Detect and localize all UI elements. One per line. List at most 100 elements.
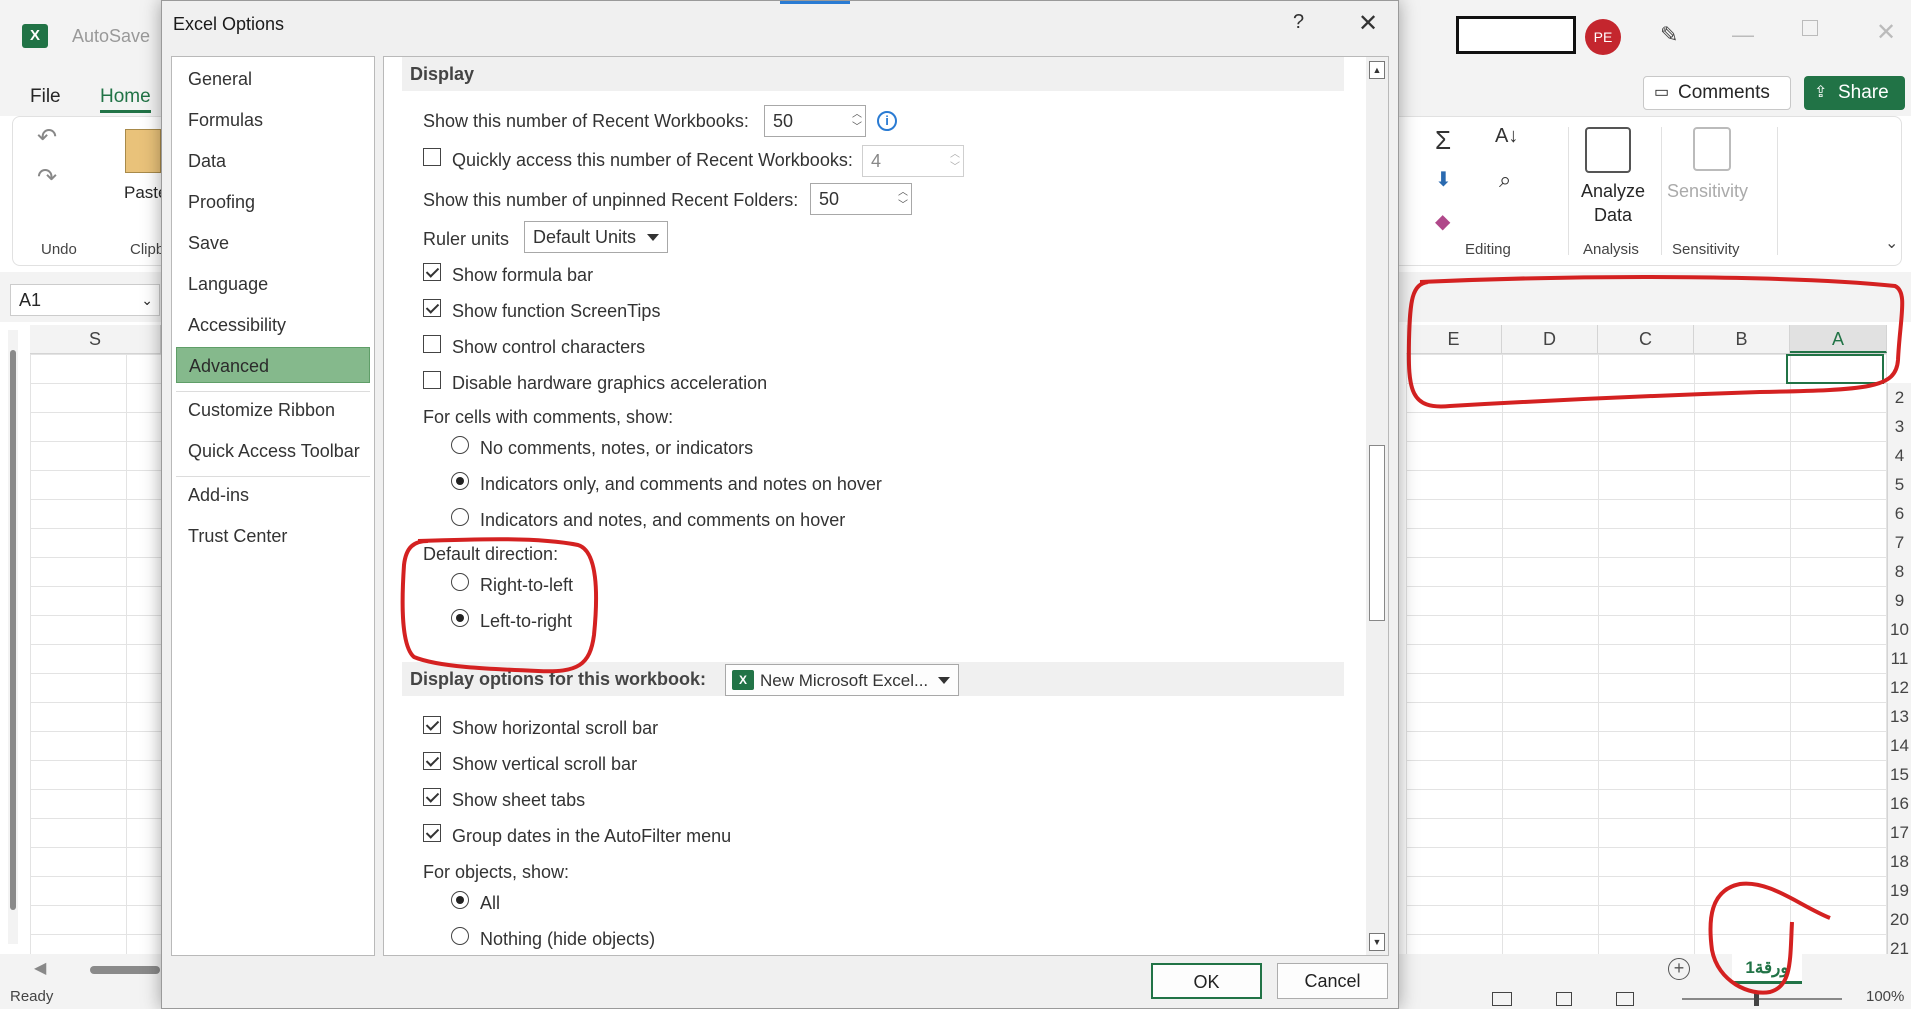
objects-nothing-label[interactable]: Nothing (hide objects) (480, 929, 655, 950)
group-dates-checkbox[interactable] (423, 824, 441, 842)
row-header[interactable]: 3 (1888, 412, 1911, 441)
ok-button[interactable]: OK (1151, 963, 1262, 999)
show-function-screentips-label[interactable]: Show function ScreenTips (452, 301, 660, 322)
nav-quick-access-toolbar[interactable]: Quick Access Toolbar (176, 433, 370, 469)
close-icon[interactable]: ✕ (1358, 9, 1378, 38)
show-vertical-scroll-label[interactable]: Show vertical scroll bar (452, 754, 637, 775)
comments-button[interactable]: ▭ Comments (1643, 76, 1791, 110)
row-header[interactable]: 8 (1888, 557, 1911, 586)
show-formula-bar-checkbox[interactable] (423, 263, 441, 281)
indicators-notes-label[interactable]: Indicators and notes, and comments on ho… (480, 510, 845, 531)
autosave-label[interactable]: AutoSave (72, 26, 150, 47)
left-to-right-radio[interactable] (451, 609, 469, 627)
selected-cell[interactable] (1786, 354, 1884, 384)
quick-access-label[interactable]: Quickly access this number of Recent Wor… (452, 150, 853, 171)
column-header[interactable]: C (1598, 325, 1694, 353)
nav-language[interactable]: Language (176, 266, 370, 302)
indicators-only-radio[interactable] (451, 472, 469, 490)
row-header[interactable]: 7 (1888, 528, 1911, 557)
page-layout-icon[interactable] (1556, 992, 1572, 1006)
row-header[interactable]: 12 (1888, 673, 1911, 702)
chevron-down-icon[interactable]: ⌄ (141, 285, 153, 315)
paste-icon[interactable] (125, 129, 161, 173)
objects-nothing-radio[interactable] (451, 927, 469, 945)
minimize-icon[interactable]: — (1732, 22, 1754, 48)
content-scrollbar[interactable]: ▲ ▼ (1366, 57, 1388, 955)
scroll-up-icon[interactable]: ▲ (1369, 61, 1385, 79)
row-header[interactable]: 2 (1888, 383, 1911, 412)
objects-all-label[interactable]: All (480, 893, 500, 914)
show-sheet-tabs-checkbox[interactable] (423, 788, 441, 806)
nav-proofing[interactable]: Proofing (176, 184, 370, 220)
fill-icon[interactable]: ⬇ (1435, 167, 1452, 192)
redo-icon[interactable]: ↷ (37, 163, 57, 192)
objects-all-radio[interactable] (451, 891, 469, 909)
scroll-thumb[interactable] (1369, 445, 1385, 621)
indicators-only-label[interactable]: Indicators only, and comments and notes … (480, 474, 882, 495)
vertical-scrollbar[interactable] (8, 330, 18, 944)
workbook-dropdown[interactable]: X New Microsoft Excel... (725, 664, 959, 696)
sort-filter-icon[interactable]: A↓ (1495, 125, 1518, 148)
scroll-thumb[interactable] (10, 350, 16, 910)
sensitivity-icon[interactable] (1693, 127, 1731, 171)
avatar[interactable]: PE (1585, 19, 1621, 55)
nav-data[interactable]: Data (176, 143, 370, 179)
show-horizontal-scroll-label[interactable]: Show horizontal scroll bar (452, 718, 658, 739)
column-header[interactable]: B (1694, 325, 1790, 353)
column-header[interactable]: A (1790, 325, 1887, 353)
quick-access-spinner[interactable]: 4 ︿ ﹀ (862, 145, 964, 177)
show-control-characters-label[interactable]: Show control characters (452, 337, 645, 358)
share-button[interactable]: ⇪ Share (1804, 76, 1905, 110)
info-icon[interactable]: i (877, 111, 897, 131)
column-header[interactable]: E (1406, 325, 1502, 353)
disable-hw-accel-label[interactable]: Disable hardware graphics acceleration (452, 373, 767, 394)
row-header[interactable]: 4 (1888, 441, 1911, 470)
row-header[interactable]: 14 (1888, 731, 1911, 760)
page-break-icon[interactable] (1616, 992, 1634, 1006)
restore-icon[interactable] (1802, 20, 1818, 36)
row-header[interactable]: 9 (1888, 586, 1911, 615)
collapse-ribbon-icon[interactable]: ⌄ (1885, 233, 1898, 253)
recent-workbooks-spinner[interactable]: 50 ︿ ﹀ (764, 105, 866, 137)
undo-icon[interactable]: ↶ (37, 123, 57, 152)
sensitivity-label[interactable]: Sensitivity (1667, 181, 1748, 202)
cell-grid-right[interactable] (1406, 354, 1887, 959)
row-header[interactable]: 11 (1888, 644, 1911, 673)
row-header[interactable]: 13 (1888, 702, 1911, 731)
left-to-right-label[interactable]: Left-to-right (480, 611, 572, 632)
tab-file[interactable]: File (30, 86, 61, 108)
show-horizontal-scroll-checkbox[interactable] (423, 716, 441, 734)
tab-home[interactable]: Home (100, 86, 151, 113)
row-header[interactable]: 20 (1888, 905, 1911, 934)
row-header[interactable]: 10 (1888, 615, 1911, 644)
zoom-slider-thumb[interactable] (1754, 992, 1759, 1006)
no-comments-label[interactable]: No comments, notes, or indicators (480, 438, 753, 459)
show-function-screentips-checkbox[interactable] (423, 299, 441, 317)
scroll-down-icon[interactable]: ▼ (1369, 933, 1385, 951)
disable-hw-accel-checkbox[interactable] (423, 371, 441, 389)
right-to-left-radio[interactable] (451, 573, 469, 591)
row-header[interactable]: 19 (1888, 876, 1911, 905)
nav-add-ins[interactable]: Add-ins (176, 477, 370, 513)
show-sheet-tabs-label[interactable]: Show sheet tabs (452, 790, 585, 811)
show-vertical-scroll-checkbox[interactable] (423, 752, 441, 770)
group-dates-label[interactable]: Group dates in the AutoFilter menu (452, 826, 731, 847)
no-comments-radio[interactable] (451, 436, 469, 454)
autosum-icon[interactable]: Σ (1435, 125, 1451, 156)
clear-icon[interactable]: ◆ (1435, 209, 1450, 234)
show-control-characters-checkbox[interactable] (423, 335, 441, 353)
row-header[interactable]: 17 (1888, 818, 1911, 847)
row-header[interactable]: 6 (1888, 499, 1911, 528)
show-formula-bar-label[interactable]: Show formula bar (452, 265, 593, 286)
nav-customize-ribbon[interactable]: Customize Ribbon (176, 392, 370, 428)
scroll-left-icon[interactable]: ◀ (34, 958, 46, 978)
close-window-icon[interactable]: ✕ (1876, 18, 1896, 47)
sheet-tab[interactable]: ورقة1 (1732, 954, 1802, 984)
row-header[interactable]: 18 (1888, 847, 1911, 876)
nav-advanced[interactable]: Advanced (176, 347, 370, 383)
analyze-data-label[interactable]: Analyze Data (1581, 179, 1645, 227)
ruler-units-dropdown[interactable]: Default Units (524, 221, 668, 253)
spinner-arrows-icon[interactable]: ︿ ﹀ (852, 108, 862, 134)
spinner-arrows-icon[interactable]: ︿ ﹀ (898, 186, 908, 212)
nav-formulas[interactable]: Formulas (176, 102, 370, 138)
